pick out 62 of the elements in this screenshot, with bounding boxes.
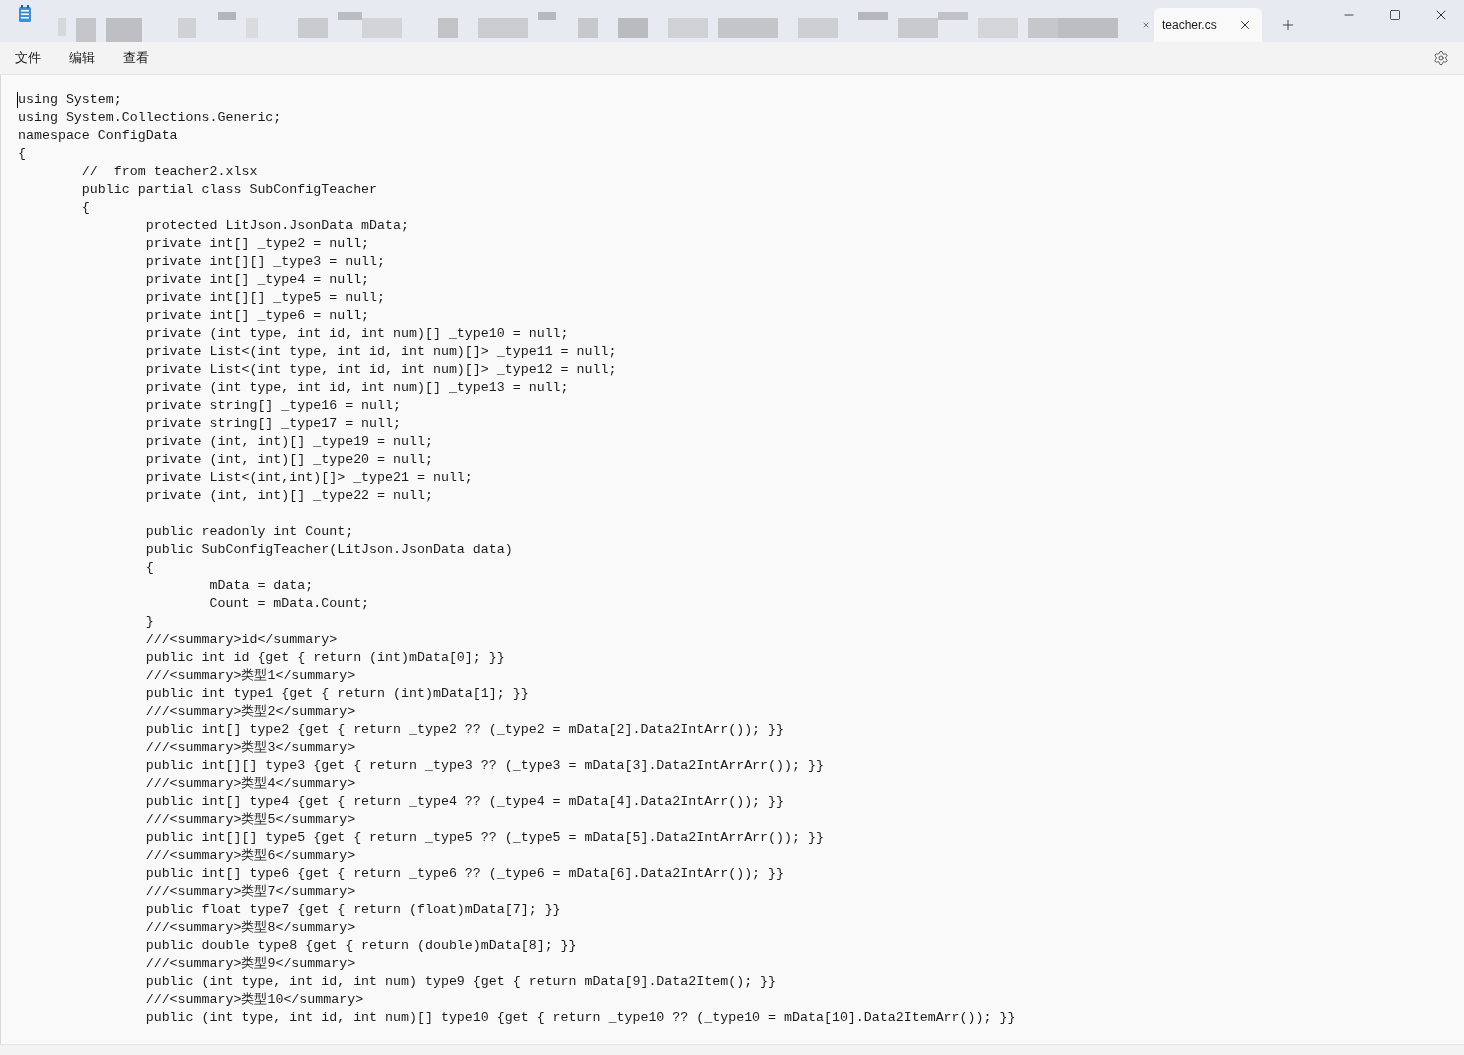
text-caret xyxy=(17,92,18,108)
code-line: private int[] _type6 = null; xyxy=(144,307,370,325)
menu-item[interactable]: 查看 xyxy=(115,45,157,71)
code-line: private int[] _type2 = null; xyxy=(144,235,370,253)
code-line: public int[][] type3 {get { return _type3 ?? (_type3 = mData[3].Data2IntArrArr()); }} xyxy=(144,757,824,775)
code-line: private List<(int,int)[]> _type21 = null; xyxy=(144,469,473,487)
code-line: { xyxy=(18,145,26,163)
code-line: ///<summary>类型1</summary> xyxy=(144,667,356,685)
menu-item[interactable]: 文件 xyxy=(7,45,49,71)
code-line: private (int type, int id, int num)[] _type10 = null; xyxy=(144,325,569,343)
code-line: private (int type, int id, int num)[] _type13 = null; xyxy=(144,379,569,397)
settings-button[interactable] xyxy=(1431,48,1451,68)
code-line: public double type8 {get { return (double)mData[8]; }} xyxy=(144,937,577,955)
code-line: ///<summary>类型4</summary> xyxy=(144,775,356,793)
code-line: private int[][] _type3 = null; xyxy=(144,253,386,271)
code-line: public int id {get { return (int)mData[0]; }} xyxy=(144,649,505,667)
close-icon[interactable] xyxy=(1238,18,1252,32)
code-line: private string[] _type17 = null; xyxy=(144,415,401,433)
code-line: public float type7 {get { return (float)mData[7]; }} xyxy=(144,901,561,919)
editor-tab[interactable]: teacher.cs xyxy=(1154,8,1262,42)
notepad-icon xyxy=(18,5,32,23)
code-line: public int[][] type5 {get { return _type5 ?? (_type5 = mData[5].Data2IntArrArr()); }} xyxy=(144,829,824,847)
code-line: private int[] _type4 = null; xyxy=(144,271,370,289)
code-line: Count = mData.Count; xyxy=(208,595,370,613)
code-line: public SubConfigTeacher(LitJson.JsonData data) xyxy=(144,541,513,559)
code-line: private string[] _type16 = null; xyxy=(144,397,401,415)
code-line: public int[] type2 {get { return _type2 ?? (_type2 = mData[2].Data2IntArr()); }} xyxy=(144,721,785,739)
code-line: ///<summary>id</summary> xyxy=(144,631,338,649)
code-line: public partial class SubConfigTeacher xyxy=(80,181,378,199)
code-line: mData = data; xyxy=(208,577,314,595)
code-line: public (int type, int id, int num) type9 {get { return mData[9].Data2Item(); }} xyxy=(144,973,777,991)
code-line: ///<summary>类型3</summary> xyxy=(144,739,356,757)
code-line: // from teacher2.xlsx xyxy=(80,163,258,181)
code-line: using System; xyxy=(18,91,122,109)
code-line: public readonly int Count; xyxy=(144,523,354,541)
code-line: private (int, int)[] _type20 = null; xyxy=(144,451,433,469)
code-line: public (int type, int id, int num)[] type10 {get { return _type10 ?? (_type10 = mData[10].Data2ItemArr()); }} xyxy=(144,1009,1016,1027)
code-line: ///<summary>类型8</summary> xyxy=(144,919,356,937)
code-line: } xyxy=(144,613,154,631)
code-line: private (int, int)[] _type22 = null; xyxy=(144,487,433,505)
code-line: { xyxy=(144,559,154,577)
code-line: protected LitJson.JsonData mData; xyxy=(144,217,409,235)
code-line: namespace ConfigData xyxy=(18,127,178,145)
code-line: ///<summary>类型7</summary> xyxy=(144,883,356,901)
code-line: ///<summary>类型5</summary> xyxy=(144,811,356,829)
code-line: private int[][] _type5 = null; xyxy=(144,289,386,307)
code-line: ///<summary>类型2</summary> xyxy=(144,703,356,721)
code-line: public int[] type4 {get { return _type4 ?? (_type4 = mData[4].Data2IntArr()); }} xyxy=(144,793,785,811)
plus-icon xyxy=(1280,17,1296,33)
maximize-icon xyxy=(1389,9,1401,21)
code-line: using System.Collections.Generic; xyxy=(18,109,282,127)
code-line: public int[] type6 {get { return _type6 ?? (_type6 = mData[6].Data2IntArr()); }} xyxy=(144,865,785,883)
code-line: { xyxy=(80,199,90,217)
menu-item[interactable]: 编辑 xyxy=(61,45,103,71)
code-line: private List<(int type, int id, int num)[]> _type12 = null; xyxy=(144,361,617,379)
code-line: ///<summary>类型10</summary> xyxy=(144,991,364,1009)
code-line: private (int, int)[] _type19 = null; xyxy=(144,433,433,451)
code-line: public int type1 {get { return (int)mData[1]; }} xyxy=(144,685,529,703)
code-line: ///<summary>类型9</summary> xyxy=(144,955,356,973)
code-line: ///<summary>类型6</summary> xyxy=(144,847,356,865)
code-line: private List<(int type, int id, int num)[]> _type11 = null; xyxy=(144,343,617,361)
settings-icon xyxy=(1433,50,1449,66)
